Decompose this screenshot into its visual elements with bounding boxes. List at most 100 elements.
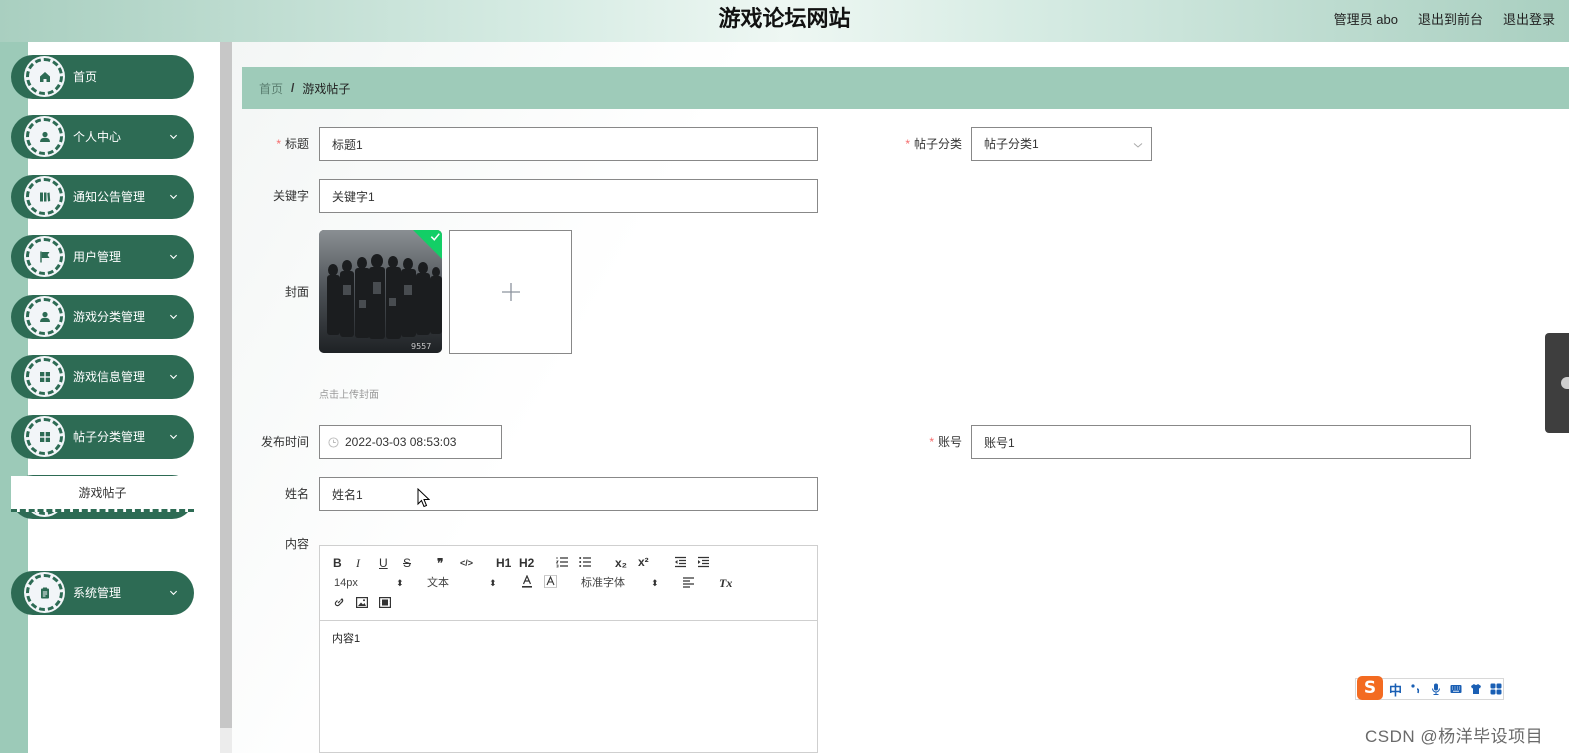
sidebar-scrollbar[interactable] [220,42,232,728]
h1-button[interactable]: H1 [496,556,511,570]
check-icon [430,233,440,241]
header-select[interactable]: 文本 ⬍ [427,576,499,590]
menu-icon-circle [26,178,63,215]
menu-icon-badge [25,571,63,615]
rich-text-editor: B I U S ❞ </> H1 H2 x₂ x² 14px ⬍ 文本 ⬍ 标准字体… [319,545,818,753]
clipboard-icon [40,587,49,598]
grid-icon [39,371,50,382]
sidebar-item-personal-center[interactable]: 个人中心 [11,115,194,159]
name-input[interactable] [319,477,818,511]
breadcrumb-current: 游戏帖子 [302,81,351,96]
menu-icon-badge [25,55,63,99]
italic-button[interactable]: I [356,556,360,570]
quote-button[interactable]: ❞ [437,556,443,570]
sidebar-item-notice-management[interactable]: 通知公告管理 [11,175,194,219]
sidebar-item-game-category-management[interactable]: 游戏分类管理 [11,295,194,339]
sogou-logo-icon[interactable]: S [1357,676,1383,700]
underline-button[interactable]: U [379,556,388,570]
user-icon [39,131,50,142]
menu-icon-circle [26,118,63,155]
indent-icon[interactable] [697,556,710,568]
chevron-down-icon [169,314,178,320]
toolbox-grid-icon[interactable] [1490,683,1502,695]
publish-time-label: 发布时间 [260,435,309,449]
sidebar-item-game-info-management[interactable]: 游戏信息管理 [11,355,194,399]
menu-icon-badge [25,235,63,279]
sidebar-item-user-management[interactable]: 用户管理 [11,235,194,279]
required-mark: * [905,137,910,151]
code-button[interactable]: </> [460,556,473,570]
sidebar-item-label: 个人中心 [73,130,122,144]
sidebar-item-system-management[interactable]: 系统管理 [11,571,194,615]
cover-photo: 9557 [319,230,442,353]
sidebar-item-post-category-management[interactable]: 帖子分类管理 [11,415,194,459]
editor-content[interactable]: 内容1 [332,630,360,646]
menu-icon-circle [26,298,63,335]
user-icon [39,311,50,322]
updown-icon: ⬍ [396,578,404,588]
video-icon[interactable] [379,597,391,608]
sidebar-item-label: 用户管理 [73,250,122,264]
keyword-label: 关键字 [272,189,309,203]
background-color-icon[interactable] [544,575,557,588]
breadcrumb-home[interactable]: 首页 [259,80,283,97]
title-input[interactable] [319,127,818,161]
book-icon [39,192,50,201]
chevron-down-icon [1133,143,1143,148]
font-color-icon[interactable] [521,575,533,588]
bullet-list-icon[interactable] [579,556,592,568]
chevron-down-icon [169,374,178,380]
category-label-text: 帖子分类 [913,137,962,151]
cover-upload-button[interactable] [449,230,572,354]
keyword-input[interactable] [319,179,818,213]
chevron-down-icon [169,254,178,260]
header-select-value: 文本 [427,577,449,589]
superscript-button[interactable]: x² [638,555,649,569]
align-left-icon[interactable] [682,577,695,588]
ime-mode[interactable]: 中 [1389,680,1402,699]
menu-icon-badge [25,355,63,399]
punctuation-icon[interactable] [1410,683,1422,695]
ime-toolbar: S 中 [1355,676,1504,700]
cover-image[interactable]: 9557 [319,230,442,353]
clean-format-button[interactable]: Tx [719,576,732,590]
sidebar-item-label: 帖子分类管理 [73,430,146,444]
font-family-select[interactable]: 标准字体 ⬍ [581,576,661,590]
keyboard-icon[interactable] [1450,683,1462,695]
outdent-icon[interactable] [674,556,687,568]
sidebar-item-home[interactable]: 首页 [11,55,194,99]
menu-icon-circle [26,58,63,95]
editor-toolbar: B I U S ❞ </> H1 H2 x₂ x² 14px ⬍ 文本 ⬍ 标准字体… [320,546,817,621]
link-icon[interactable] [333,596,345,608]
bold-button[interactable]: B [333,556,342,570]
top-header: 游戏论坛网站 管理员 abo 退出到前台 退出登录 [0,0,1569,42]
skin-shirt-icon[interactable] [1470,683,1482,695]
cover-upload-tip: 点击上传封面 [319,390,379,401]
font-size-value: 14px [334,577,358,589]
menu-icon-badge [25,115,63,159]
ordered-list-icon[interactable] [556,556,569,568]
font-size-select[interactable]: 14px ⬍ [334,576,406,590]
right-drawer-tab[interactable] [1545,333,1569,433]
category-select[interactable]: 帖子分类1 [971,127,1152,161]
chevron-down-icon [169,434,178,440]
publish-time-picker[interactable]: 2022-03-03 08:53:03 [319,425,502,459]
grid-icon [39,431,50,442]
account-input[interactable] [971,425,1471,459]
chevron-left-icon [1561,377,1569,389]
sidebar-item-label: 游戏信息管理 [73,370,146,384]
microphone-icon[interactable] [1430,683,1442,695]
required-mark: * [276,137,281,151]
back-to-front-link[interactable]: 退出到前台 [1418,9,1483,28]
account-label: * 账号 [892,425,962,459]
submenu-item-game-posts[interactable]: 游戏帖子 [11,476,194,512]
breadcrumb: 首页 / 游戏帖子 [242,67,1569,109]
sidebar-item-label: 游戏分类管理 [73,310,146,324]
h2-button[interactable]: H2 [519,556,534,570]
image-icon[interactable] [356,597,368,608]
font-family-value: 标准字体 [581,577,625,589]
chevron-down-icon [169,194,178,200]
subscript-button[interactable]: x₂ [615,556,627,570]
strike-button[interactable]: S [403,556,411,570]
logout-link[interactable]: 退出登录 [1503,9,1555,28]
